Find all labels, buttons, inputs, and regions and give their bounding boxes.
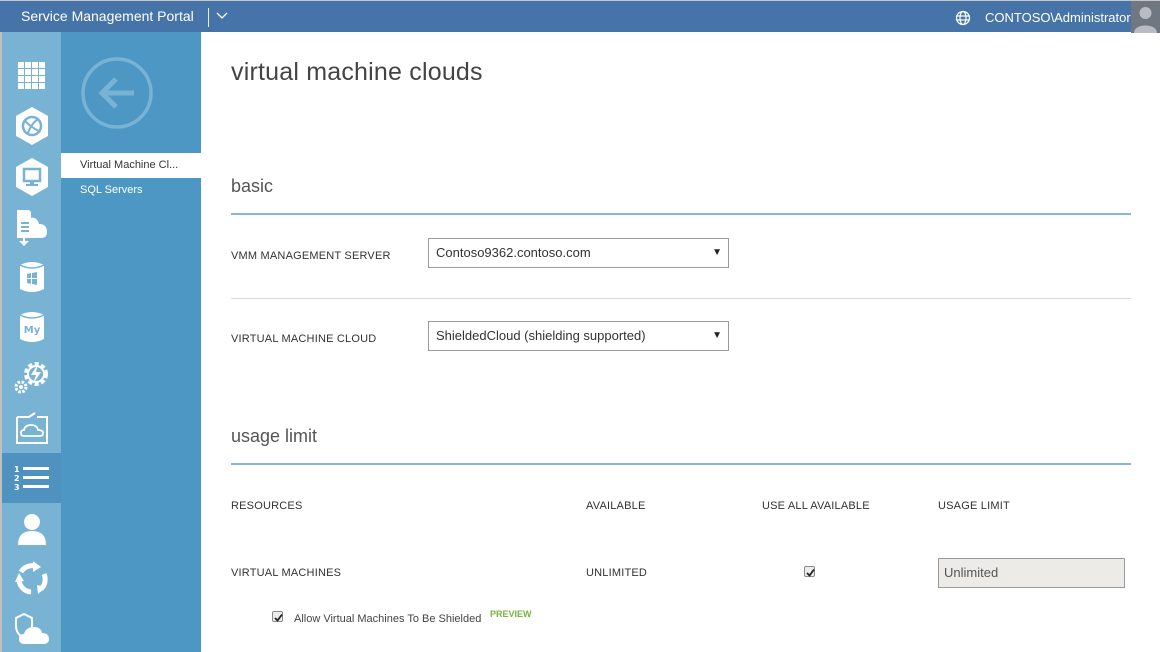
user-name[interactable]: CONTOSO\Administrator [985,10,1131,25]
top-bar: Service Management Portal CONTOSO\Admini… [0,0,1160,33]
rail-item-mysql-servers[interactable]: My [2,302,61,352]
gears-lightning-icon [14,362,48,394]
secondary-nav: Virtual Machine Cl... SQL Servers [61,32,201,652]
rail-item-automation[interactable] [2,352,61,402]
rail-item-sql-servers[interactable] [2,252,61,302]
cloud-folder-icon [15,412,48,444]
grid-icon [17,62,45,89]
resource-name: VIRTUAL MACHINES [231,567,342,579]
user-icon [17,514,46,545]
preview-badge: PREVIEW [490,609,532,619]
checkmark-icon [806,568,815,577]
refresh-cycle-icon [14,561,48,595]
globe-icon[interactable] [955,10,971,26]
rail-item-usage[interactable] [2,554,61,604]
dropdown-arrow-icon: ▼ [712,330,722,341]
vmm-server-label: VMM MANAGEMENT SERVER [231,250,391,262]
sql-database-icon [19,262,44,292]
dropdown-arrow-icon: ▼ [712,247,722,258]
rail-item-user-accounts[interactable] [2,504,61,554]
user-avatar-icon[interactable] [1131,1,1160,33]
monitor-hexagon-icon [15,158,48,196]
title-divider [208,8,209,27]
numbered-list-icon: 1 2 3 [14,465,49,492]
vm-cloud-value: ShieldedCloud (shielding supported) [436,328,646,343]
rail-item-virtual-machines[interactable] [2,152,61,202]
main-content: virtual machine clouds basic VMM MANAGEM… [201,32,1160,652]
column-header-available: AVAILABLE [586,500,646,512]
vmm-server-select[interactable]: Contoso9362.contoso.com ▼ [428,238,729,268]
column-header-use-all-available: USE ALL AVAILABLE [762,500,870,512]
cloud-download-icon [16,210,47,246]
section-divider-usage-limit [231,463,1131,465]
usage-limit-input[interactable]: Unlimited [938,558,1125,588]
section-title-usage-limit: usage limit [231,426,318,446]
shield-cloud-icon [14,612,49,644]
portal-title[interactable]: Service Management Portal [21,8,194,24]
checkmark-icon [274,613,283,622]
vm-cloud-label: VIRTUAL MACHINE CLOUD [231,333,377,345]
allow-shielded-checkbox[interactable] [272,611,283,622]
available-value: UNLIMITED [586,567,648,579]
section-divider-basic [231,213,1131,215]
globe-hexagon-icon [15,107,48,145]
nav-item-sql-servers[interactable]: SQL Servers [61,178,201,203]
mysql-database-icon: My [19,312,44,342]
use-all-available-checkbox[interactable] [804,566,815,577]
rail-item-tenant-clouds[interactable] [2,604,61,652]
rail-item-web-sites[interactable] [2,101,61,151]
icon-rail: My 1 2 3 [0,32,61,652]
rail-item-plans[interactable]: 1 2 3 [2,453,61,503]
svg-text:1: 1 [14,465,20,474]
chevron-down-icon[interactable] [215,8,229,22]
rail-item-vm-clouds[interactable] [2,402,61,452]
column-header-resources: RESOURCES [231,500,303,512]
nav-item-virtual-machine-clouds[interactable]: Virtual Machine Cl... [61,153,201,178]
column-header-usage-limit: USAGE LIMIT [938,500,1010,512]
section-title-basic: basic [231,176,274,196]
svg-text:2: 2 [14,474,20,483]
svg-text:My: My [23,325,40,336]
svg-text:3: 3 [14,483,20,492]
vm-cloud-select[interactable]: ShieldedCloud (shielding supported) ▼ [428,321,729,351]
field-divider [231,298,1131,299]
rail-item-service-bus[interactable] [2,202,61,252]
page-title: virtual machine clouds [231,58,483,86]
rail-item-all-items[interactable] [2,51,61,101]
vmm-server-value: Contoso9362.contoso.com [436,245,591,260]
back-arrow-icon[interactable] [80,56,154,130]
allow-shielded-label[interactable]: Allow Virtual Machines To Be Shielded [294,613,481,625]
